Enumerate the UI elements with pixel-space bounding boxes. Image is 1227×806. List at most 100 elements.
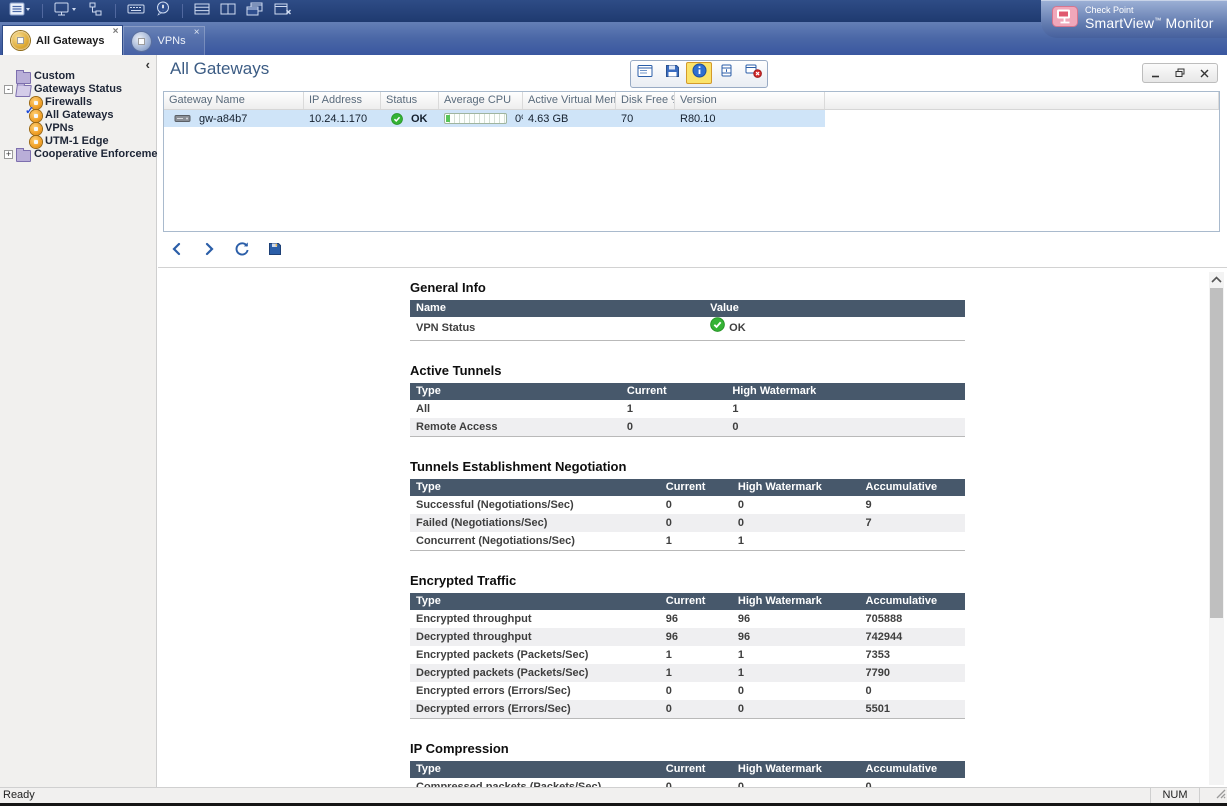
close-window-button[interactable]: [270, 2, 296, 20]
cell: 1: [660, 664, 732, 682]
sidebar-item-utm-1-edge[interactable]: UTM-1 Edge: [0, 135, 156, 148]
cell: 1: [732, 664, 860, 682]
main-content: All Gateways Gateway NameIP AddressStatu…: [158, 55, 1227, 788]
brand-text: Check Point SmartView™ Monitor: [1085, 6, 1214, 31]
header-cell-accumulative: Accumulative: [860, 479, 965, 496]
cell: All: [410, 400, 621, 418]
column-header-average-cpu[interactable]: Average CPU: [439, 92, 523, 109]
back-button[interactable]: [170, 242, 184, 261]
detail-row: All11: [410, 400, 965, 418]
scroll-up-icon[interactable]: [1209, 272, 1224, 287]
detail-table-header: NameValue: [410, 300, 965, 317]
columns-button[interactable]: [216, 2, 240, 20]
cell: VPN Status: [410, 317, 704, 340]
cell: Encrypted errors (Errors/Sec): [410, 682, 660, 700]
disconnect-button[interactable]: [740, 62, 766, 84]
toolbar-separator: [42, 4, 43, 18]
header-cell-high-watermark: High Watermark: [732, 479, 860, 496]
keyboard-icon: [127, 2, 145, 21]
check-overlay-icon: ✓: [25, 105, 34, 118]
tab-vpns[interactable]: VPNs×: [123, 26, 204, 55]
cell: 7790: [860, 664, 965, 682]
monitor-mode-icon: [54, 2, 78, 21]
gateway-status-button[interactable]: [713, 62, 739, 84]
cell: 7: [860, 514, 965, 532]
gateway-appliance-icon: [169, 113, 191, 124]
tab-ring-icon: [11, 31, 30, 50]
restore-button[interactable]: [1175, 68, 1185, 78]
cell: Successful (Negotiations/Sec): [410, 496, 660, 514]
detail-row: Concurrent (Negotiations/Sec)11: [410, 532, 965, 550]
column-header-active-virtual-memory[interactable]: Active Virtual Memory: [523, 92, 616, 109]
detail-table: TypeCurrentHigh WatermarkAll11Remote Acc…: [410, 383, 965, 437]
cell: 96: [732, 610, 860, 628]
column-header-ip-address[interactable]: IP Address: [304, 92, 381, 109]
close-button[interactable]: [1200, 69, 1209, 78]
forward-button[interactable]: [202, 242, 216, 261]
details-button[interactable]: [632, 62, 658, 84]
cascade-windows-icon: [246, 2, 264, 21]
keyboard-button[interactable]: [123, 2, 149, 20]
save-button[interactable]: [659, 62, 685, 84]
vertical-scrollbar[interactable]: [1209, 272, 1224, 785]
info-button[interactable]: [686, 62, 712, 84]
back-icon: [170, 242, 184, 261]
column-header-disk-free[interactable]: Disk Free %: [616, 92, 675, 109]
detail-row: Encrypted errors (Errors/Sec)000: [410, 682, 965, 700]
checkpoint-logo-icon: [1052, 6, 1078, 32]
toolbar-separator: [182, 4, 183, 18]
cell: 5501: [860, 700, 965, 718]
tab-close-icon[interactable]: ×: [194, 28, 200, 38]
column-header-version[interactable]: Version: [675, 92, 825, 109]
cell: 1: [621, 400, 726, 418]
collapse-box-icon[interactable]: -: [4, 85, 13, 94]
minimize-button[interactable]: [1151, 69, 1160, 78]
sidebar-item-vpns[interactable]: VPNs: [0, 122, 156, 135]
detail-table: TypeCurrentHigh WatermarkAccumulativeCom…: [410, 761, 965, 788]
menu-button[interactable]: [5, 2, 35, 20]
header-cell-type: Type: [410, 383, 621, 400]
save-report-button[interactable]: [268, 242, 282, 261]
cell: 0: [860, 682, 965, 700]
section-title: Encrypted Traffic: [410, 573, 965, 588]
close-window-icon: [274, 2, 292, 21]
monitor-mode-button[interactable]: [50, 2, 82, 20]
detail-row: Failed (Negotiations/Sec)007: [410, 514, 965, 532]
column-header-gateway-name[interactable]: Gateway Name: [164, 92, 304, 109]
status-text: OK: [729, 317, 746, 340]
tab-close-icon[interactable]: ×: [113, 27, 119, 37]
refresh-button[interactable]: [234, 241, 250, 261]
cell: 96: [732, 628, 860, 646]
tree-item-label: All Gateways: [45, 109, 113, 122]
cell: 1: [732, 646, 860, 664]
sidebar-item-cooperative-enforcement[interactable]: +Cooperative Enforcement: [0, 148, 156, 161]
detail-row: Remote Access00: [410, 418, 965, 436]
header-cell-current: Current: [621, 383, 726, 400]
detail-table: TypeCurrentHigh WatermarkAccumulativeEnc…: [410, 593, 965, 719]
tree-item-label: Custom: [34, 70, 75, 83]
column-header-status[interactable]: Status: [381, 92, 439, 109]
scroll-thumb[interactable]: [1210, 288, 1223, 618]
list-rows-button[interactable]: [190, 2, 214, 20]
section-title: Active Tunnels: [410, 363, 965, 378]
sidebar-item-gateways-status[interactable]: -Gateways Status: [0, 83, 156, 96]
sidebar-item-all-gateways[interactable]: ✓All Gateways: [0, 109, 156, 122]
gateways-table-header: Gateway NameIP AddressStatusAverage CPUA…: [164, 92, 1219, 110]
status-bar: Ready NUM: [0, 787, 1227, 803]
gateway-row[interactable]: gw-a84b710.24.1.170OK0%4.63 GB70R80.10: [164, 110, 825, 127]
sidebar-collapse-button[interactable]: ‹: [146, 57, 150, 72]
header-cell-value: Value: [704, 300, 965, 317]
tab-all-gateways[interactable]: All Gateways×: [2, 25, 123, 55]
sidebar-item-firewalls[interactable]: Firewalls: [0, 96, 156, 109]
resize-grip[interactable]: [1214, 787, 1226, 802]
hierarchy-button[interactable]: [84, 2, 108, 20]
gateway-icon: [30, 136, 42, 148]
cascade-windows-button[interactable]: [242, 2, 268, 20]
header-cell-name: Name: [410, 300, 704, 317]
sidebar-item-custom[interactable]: Custom: [0, 70, 156, 83]
cell: 0: [660, 700, 732, 718]
feedback-button[interactable]: [151, 2, 175, 20]
expand-box-icon[interactable]: +: [4, 150, 13, 159]
cpu-usage-bar: [444, 113, 507, 124]
detail-table-header: TypeCurrentHigh Watermark: [410, 383, 965, 400]
